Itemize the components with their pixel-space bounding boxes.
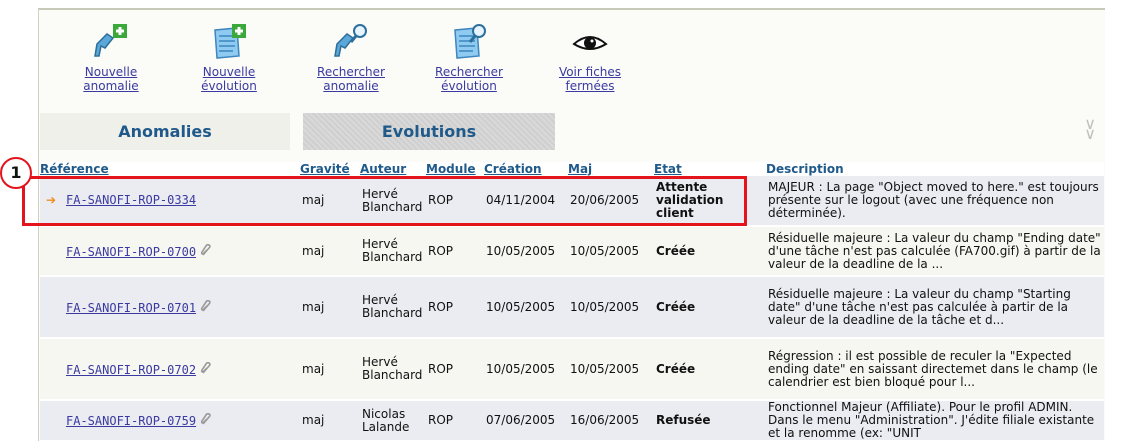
auteur-cell: Hervé Blanchard [360, 226, 426, 277]
reference-link[interactable]: FA-SANOFI-ROP-0700 [66, 245, 196, 259]
description-cell: Régression : il est possible de reculer … [766, 338, 1104, 401]
reference-link[interactable]: FA-SANOFI-ROP-0701 [66, 301, 196, 315]
maj-cell: 10/05/2005 [568, 338, 654, 401]
etat-cell: Attente validation client [654, 176, 766, 227]
etat-cell: Créée [654, 226, 766, 277]
eye-icon [572, 36, 608, 50]
col-gravite[interactable]: Gravité [300, 162, 360, 176]
reference-link[interactable]: FA-SANOFI-ROP-0334 [66, 193, 196, 207]
col-reference[interactable]: Référence [40, 162, 300, 176]
new-evolution-link[interactable]: Nouvelle évolution [174, 65, 284, 93]
auteur-cell: Hervé Blanchard [360, 276, 426, 339]
col-etat[interactable]: Etat [654, 162, 766, 176]
maj-cell: 20/06/2005 [568, 176, 654, 227]
callout-number: 1 [0, 157, 32, 189]
table-header: Référence Gravité Auteur Module Création… [40, 162, 1104, 176]
table-row[interactable]: FA-SANOFI-ROP-0701 maj Hervé Blanchard R… [40, 276, 1104, 339]
anomalies-table: Référence Gravité Auteur Module Création… [40, 162, 1104, 442]
maj-cell: 10/05/2005 [568, 226, 654, 277]
description-cell: Résiduelle majeure : La valeur du champ … [766, 276, 1104, 339]
module-cell: ROP [426, 176, 484, 227]
current-row-arrow-icon: ➔ [46, 193, 57, 207]
gravite-cell: maj [300, 176, 360, 227]
tab-evolutions[interactable]: Evolutions [303, 113, 555, 150]
gravite-cell: maj [300, 338, 360, 401]
new-evolution-tool[interactable]: Nouvelle évolution [174, 22, 284, 93]
paperclip-icon [200, 413, 211, 425]
col-creation[interactable]: Création [484, 162, 568, 176]
module-cell: ROP [426, 338, 484, 401]
reference-link[interactable]: FA-SANOFI-ROP-0759 [66, 414, 196, 428]
toolbar: Nouvelle anomalie Nouvelle évolution Rec… [76, 22, 776, 102]
col-auteur[interactable]: Auteur [360, 162, 426, 176]
auteur-cell: Hervé Blanchard [360, 338, 426, 401]
gravite-cell: maj [300, 400, 360, 442]
auteur-cell: Hervé Blanchard [360, 176, 426, 227]
creation-cell: 07/06/2005 [484, 400, 568, 442]
reference-link[interactable]: FA-SANOFI-ROP-0702 [66, 363, 196, 377]
collapse-chevron-icon[interactable]: ∨ ∨ [1084, 116, 1096, 142]
col-module[interactable]: Module [426, 162, 484, 176]
col-maj[interactable]: Maj [568, 162, 654, 176]
add-anomaly-icon [94, 24, 127, 57]
paperclip-icon [200, 299, 211, 312]
auteur-cell: Nicolas Lalande [360, 400, 426, 442]
new-anomaly-tool[interactable]: Nouvelle anomalie [56, 22, 166, 93]
description-cell: Résiduelle majeure : La valeur du champ … [766, 226, 1104, 277]
search-anomaly-icon [334, 24, 367, 57]
new-anomaly-link[interactable]: Nouvelle anomalie [56, 65, 166, 93]
paperclip-icon [200, 243, 211, 256]
tab-anomalies[interactable]: Anomalies [40, 113, 290, 150]
maj-cell: 16/06/2005 [568, 400, 654, 442]
table-row[interactable]: ➔ FA-SANOFI-ROP-0334 maj Hervé Blanchard … [40, 176, 1104, 227]
etat-cell: Créée [654, 338, 766, 401]
description-cell: Fonctionnel Majeur (Affiliate). Pour le … [766, 400, 1104, 442]
search-anomaly-link[interactable]: Rechercher anomalie [296, 65, 406, 93]
tab-bar: Anomalies Evolutions ∨ ∨ [40, 113, 1104, 150]
search-evolution-link[interactable]: Rechercher évolution [414, 65, 524, 93]
creation-cell: 10/05/2005 [484, 276, 568, 339]
gravite-cell: maj [300, 226, 360, 277]
creation-cell: 04/11/2004 [484, 176, 568, 227]
gravite-cell: maj [300, 276, 360, 339]
closed-records-link[interactable]: Voir fiches fermées [535, 65, 645, 93]
table-row[interactable]: FA-SANOFI-ROP-0759 maj Nicolas Lalande R… [40, 400, 1104, 442]
creation-cell: 10/05/2005 [484, 338, 568, 401]
search-anomaly-tool[interactable]: Rechercher anomalie [296, 22, 406, 93]
search-evolution-icon [454, 24, 486, 59]
col-description: Description [766, 162, 1104, 176]
module-cell: ROP [426, 400, 484, 442]
table-row[interactable]: FA-SANOFI-ROP-0702 maj Hervé Blanchard R… [40, 338, 1104, 401]
table-row[interactable]: FA-SANOFI-ROP-0700 maj Hervé Blanchard R… [40, 226, 1104, 277]
creation-cell: 10/05/2005 [484, 226, 568, 277]
description-cell: MAJEUR : La page "Object moved to here."… [766, 176, 1104, 227]
search-evolution-tool[interactable]: Rechercher évolution [414, 22, 524, 93]
paperclip-icon [200, 361, 211, 374]
closed-records-tool[interactable]: Voir fiches fermées [535, 22, 645, 93]
module-cell: ROP [426, 226, 484, 277]
add-evolution-icon [214, 24, 246, 59]
maj-cell: 10/05/2005 [568, 276, 654, 339]
etat-cell: Refusée [654, 400, 766, 442]
etat-cell: Créée [654, 276, 766, 339]
module-cell: ROP [426, 276, 484, 339]
